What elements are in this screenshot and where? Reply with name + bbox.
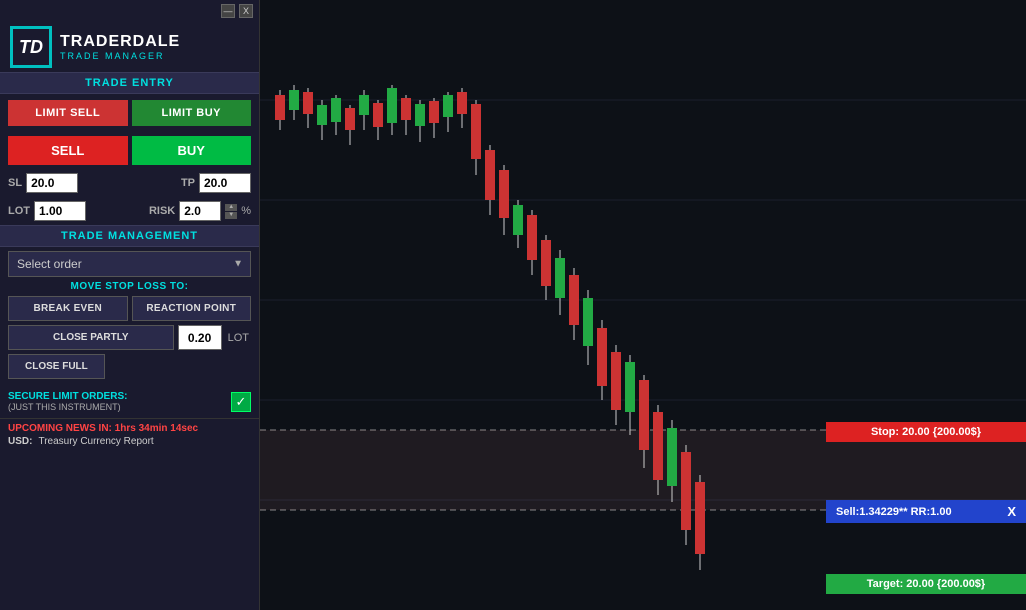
tp-label: TP — [181, 177, 195, 189]
news-bar: UPCOMING NEWS IN: 1hrs 34min 14sec USD: … — [0, 418, 259, 451]
news-currency-label: USD: — [8, 436, 32, 447]
logo-area: TD TRADERDALE TRADE MANAGER — [0, 22, 259, 72]
sell-button[interactable]: SELL — [8, 136, 128, 165]
reaction-point-button[interactable]: REACTION POINT — [132, 296, 252, 321]
brand-name: TRADERDALE — [60, 33, 180, 51]
close-full-button[interactable]: CLOSE FULL — [8, 354, 105, 379]
secure-checkbox[interactable]: ✓ — [231, 392, 251, 412]
limit-buy-button[interactable]: LIMIT BUY — [132, 100, 252, 126]
lot-label: LOT — [8, 205, 30, 217]
move-stop-label: MOVE STOP LOSS TO: — [8, 277, 251, 294]
logo-icon: TD — [10, 26, 52, 68]
secure-orders-row: SECURE LIMIT ORDERS: (JUST THIS INSTRUME… — [0, 385, 259, 418]
lot-input[interactable] — [34, 201, 86, 221]
chart-canvas: Stop: 20.00 {200.00$} Sell:1.34229** RR:… — [260, 0, 1026, 610]
close-partly-lot-input[interactable] — [178, 325, 222, 350]
mgmt-section: Select order MOVE STOP LOSS TO: BREAK EV… — [0, 247, 259, 385]
chart-area: Stop: 20.00 {200.00$} Sell:1.34229** RR:… — [260, 0, 1026, 610]
sell-close-button[interactable]: X — [1007, 504, 1016, 519]
risk-up-button[interactable]: ▲ — [225, 204, 237, 211]
limit-buttons-row: LIMIT SELL LIMIT BUY — [0, 94, 259, 130]
order-select[interactable]: Select order — [8, 251, 251, 277]
risk-input[interactable] — [179, 201, 221, 221]
sell-buy-row: SELL BUY — [0, 130, 259, 169]
risk-down-button[interactable]: ▼ — [225, 212, 237, 219]
minimize-button[interactable]: — — [221, 4, 235, 18]
risk-label: RISK — [149, 205, 175, 217]
sl-tp-row: SL TP — [0, 169, 259, 197]
news-currency-value: Treasury Currency Report — [38, 436, 153, 447]
lot-risk-row: LOT RISK ▲ ▼ % — [0, 197, 259, 225]
close-full-row: CLOSE FULL — [8, 352, 251, 381]
upcoming-news-label: UPCOMING NEWS IN: 1hrs 34min 14sec — [8, 423, 251, 434]
trade-mgmt-header: TRADE MANAGEMENT — [0, 225, 259, 247]
brand-subtitle: TRADE MANAGER — [60, 51, 180, 61]
break-even-button[interactable]: BREAK EVEN — [8, 296, 128, 321]
sl-input[interactable] — [26, 173, 78, 193]
close-partly-row: CLOSE PARTLY LOT — [8, 323, 251, 352]
trade-entry-header: TRADE ENTRY — [0, 72, 259, 94]
order-select-wrapper: Select order — [8, 251, 251, 277]
sell-box: Sell:1.34229** RR:1.00 X — [826, 500, 1026, 523]
close-partly-lot-label: LOT — [226, 325, 251, 350]
stop-box: Stop: 20.00 {200.00$} — [826, 422, 1026, 442]
window-controls: — X — [0, 0, 259, 22]
buy-button[interactable]: BUY — [132, 136, 252, 165]
close-partly-button[interactable]: CLOSE PARTLY — [8, 325, 174, 350]
sl-label: SL — [8, 177, 22, 189]
limit-sell-button[interactable]: LIMIT SELL — [8, 100, 128, 126]
left-panel: — X TD TRADERDALE TRADE MANAGER TRADE EN… — [0, 0, 260, 610]
risk-pct-label: % — [241, 205, 251, 217]
secure-label: SECURE LIMIT ORDERS: — [8, 391, 223, 402]
target-box: Target: 20.00 {200.00$} — [826, 574, 1026, 594]
news-usd-row: USD: Treasury Currency Report — [8, 434, 251, 447]
close-button[interactable]: X — [239, 4, 253, 18]
break-even-reaction-row: BREAK EVEN REACTION POINT — [8, 294, 251, 323]
tp-input[interactable] — [199, 173, 251, 193]
risk-spinner[interactable]: ▲ ▼ — [225, 204, 237, 219]
logo-text: TRADERDALE TRADE MANAGER — [60, 33, 180, 61]
secure-sublabel: (JUST THIS INSTRUMENT) — [8, 402, 223, 412]
